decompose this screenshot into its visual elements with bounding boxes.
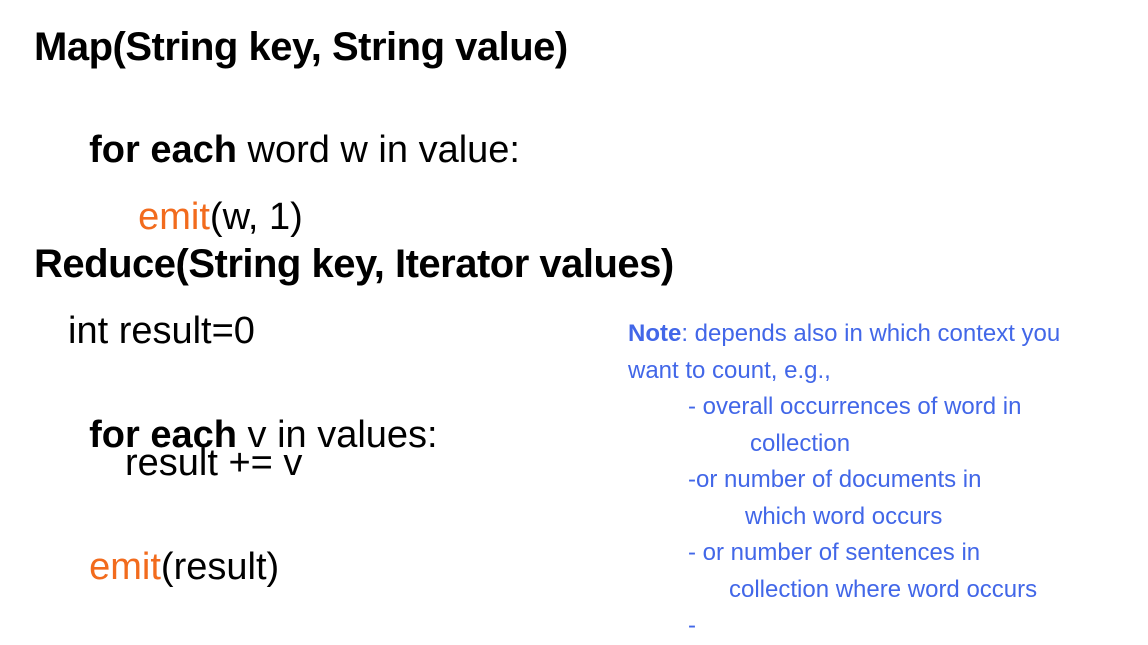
- note-intro-rest: : depends also in which context you: [681, 320, 1061, 347]
- note-item-continuation: which word occurs: [745, 502, 943, 530]
- map-signature: Map(String key, String value): [34, 25, 568, 69]
- reduce-emit-args: (result): [160, 546, 280, 588]
- note-item: -or number of documents in: [688, 466, 982, 493]
- note-item: -: [688, 612, 696, 639]
- reduce-accumulate-line: result += v: [125, 442, 303, 484]
- map-loop-line: for each word w in value:: [68, 93, 520, 169]
- reduce-signature: Reduce(String key, Iterator values): [34, 242, 674, 286]
- note-intro-line-2: want to count, e.g.,: [628, 356, 831, 384]
- note-item-continuation: collection: [750, 429, 851, 457]
- map-emit-line: emit(w, 1): [117, 160, 303, 236]
- emit-keyword: emit: [89, 546, 161, 588]
- note-intro-line: Note: depends also in which context you: [628, 316, 1143, 353]
- note-item-continuation: collection where word occurs: [729, 575, 1038, 603]
- emit-keyword: emit: [138, 196, 210, 238]
- note-box: Note: depends also in which context you …: [628, 316, 1143, 645]
- note-item: - or number of sentences in: [688, 539, 981, 566]
- reduce-emit-line: emit(result): [68, 510, 279, 586]
- note-label: Note: [628, 320, 682, 347]
- reduce-init-line: int result=0: [68, 310, 255, 352]
- map-emit-args: (w, 1): [209, 196, 303, 238]
- note-item: - overall occurrences of word in: [688, 393, 1022, 420]
